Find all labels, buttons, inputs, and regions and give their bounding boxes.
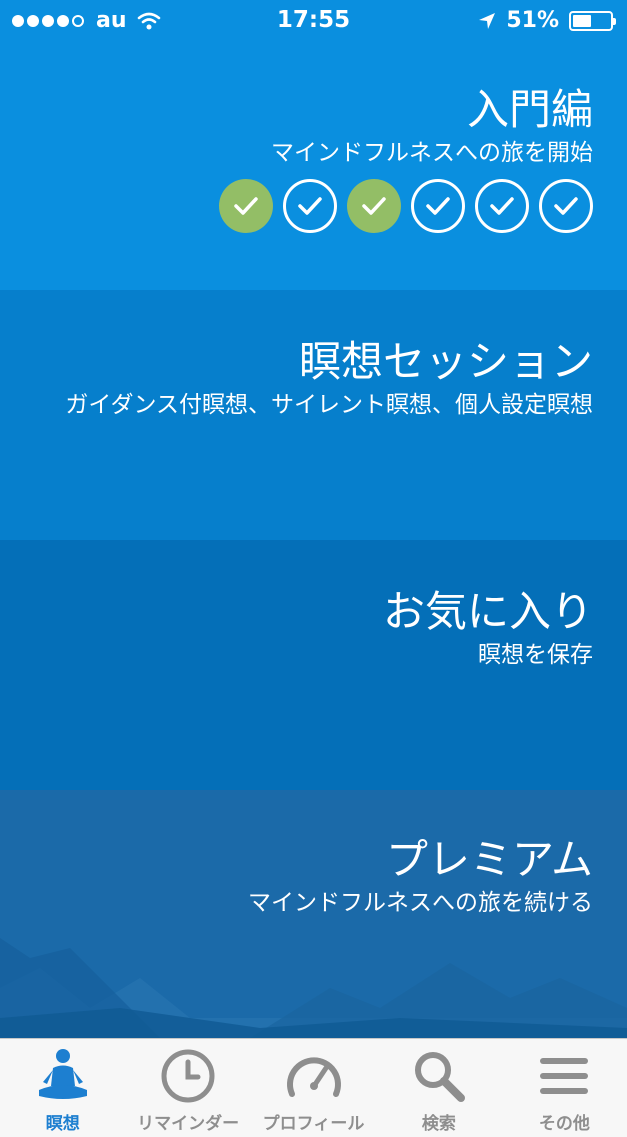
checkmark-icon (298, 196, 322, 215)
section-subtitle: マインドフルネスへの旅を続ける (248, 890, 593, 917)
status-right: 51% (478, 8, 616, 33)
section-sessions[interactable]: 瞑想セッション ガイダンス付瞑想、サイレント瞑想、個人設定瞑想 (0, 290, 627, 540)
progress-step-done (347, 178, 401, 233)
checkmark-icon (554, 196, 578, 215)
battery-percent: 51% (506, 8, 559, 33)
progress-step-done (219, 178, 273, 233)
section-premium[interactable]: プレミアム マインドフルネスへの旅を続ける (0, 790, 627, 1038)
tab-search[interactable]: 検索 (376, 1039, 501, 1137)
location-arrow-icon (479, 12, 496, 29)
tab-more[interactable]: その他 (502, 1039, 627, 1137)
progress-steps (0, 178, 593, 233)
tab-label: 瞑想 (45, 1114, 80, 1134)
section-title: プレミアム (385, 835, 593, 884)
progress-step-todo (283, 178, 337, 233)
tab-label: リマインダー (137, 1114, 240, 1134)
tab-reminder[interactable]: リマインダー (125, 1039, 250, 1137)
gauge-icon (286, 1057, 341, 1097)
section-subtitle: ガイダンス付瞑想、サイレント瞑想、個人設定瞑想 (65, 392, 593, 419)
battery-icon (569, 10, 616, 31)
search-icon (414, 1052, 465, 1102)
section-subtitle: マインドフルネスへの旅を開始 (271, 140, 593, 167)
tab-bar: 瞑想 リマインダー プロフィール 検索 その他 (0, 1038, 627, 1137)
clock-icon (161, 1049, 215, 1103)
section-favorites[interactable]: お気に入り 瞑想を保存 (0, 540, 627, 790)
tab-label: その他 (538, 1114, 590, 1134)
status-bar: au 17:55 51% (0, 0, 627, 40)
section-intro[interactable]: 入門編 マインドフルネスへの旅を開始 (0, 40, 627, 290)
tab-meditation[interactable]: 瞑想 (0, 1039, 125, 1137)
section-title: お気に入り (382, 587, 593, 636)
tab-label: プロフィール (262, 1114, 365, 1134)
tab-profile[interactable]: プロフィール (251, 1039, 376, 1137)
checkmark-icon (490, 196, 514, 215)
checkmark-icon (362, 196, 386, 215)
tab-label: 検索 (421, 1114, 456, 1134)
meditation-icon (38, 1049, 87, 1099)
progress-step-todo (475, 178, 529, 233)
section-subtitle: 瞑想を保存 (478, 642, 593, 669)
menu-icon (540, 1058, 589, 1094)
checkmark-icon (426, 196, 450, 215)
section-title: 入門編 (466, 85, 593, 134)
progress-step-todo (539, 178, 593, 233)
section-title: 瞑想セッション (298, 337, 593, 386)
progress-step-todo (411, 178, 465, 233)
checkmark-icon (234, 196, 258, 215)
